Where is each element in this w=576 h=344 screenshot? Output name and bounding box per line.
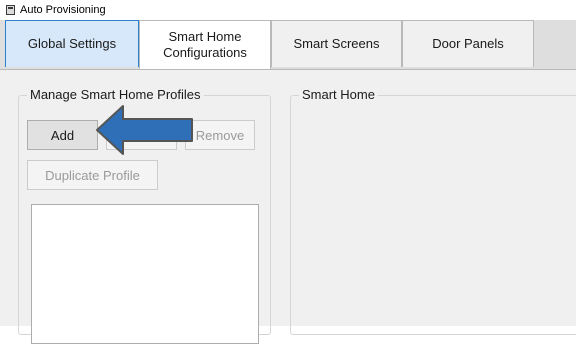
tab-label: Door Panels (432, 36, 504, 51)
tab-strip: Global Settings Smart Home Configuration… (0, 20, 576, 69)
smart-home-group: Smart Home (290, 87, 576, 335)
tab-smart-home-configurations[interactable]: Smart Home Configurations (139, 20, 271, 69)
tab-label: Smart Screens (293, 36, 380, 51)
add-button[interactable]: Add (27, 120, 98, 150)
profiles-listbox[interactable] (31, 204, 259, 344)
pointer-arrow-icon (96, 105, 193, 155)
remove-button[interactable]: Remove (185, 120, 255, 150)
tab-label: Smart Home Configurations (163, 29, 247, 60)
tab-smart-screens[interactable]: Smart Screens (271, 20, 402, 67)
duplicate-profile-button[interactable]: Duplicate Profile (27, 160, 158, 190)
group-title: Manage Smart Home Profiles (27, 87, 204, 102)
title-bar: Auto Provisioning (0, 0, 576, 20)
group-title: Smart Home (299, 87, 378, 102)
tab-global-settings[interactable]: Global Settings (5, 20, 139, 67)
tab-label: Global Settings (27, 36, 117, 51)
window-title: Auto Provisioning (20, 4, 106, 16)
tab-door-panels[interactable]: Door Panels (402, 20, 534, 67)
app-window-icon (6, 5, 15, 15)
tab-content-panel: Manage Smart Home Profiles Add Remove Du… (0, 69, 576, 344)
